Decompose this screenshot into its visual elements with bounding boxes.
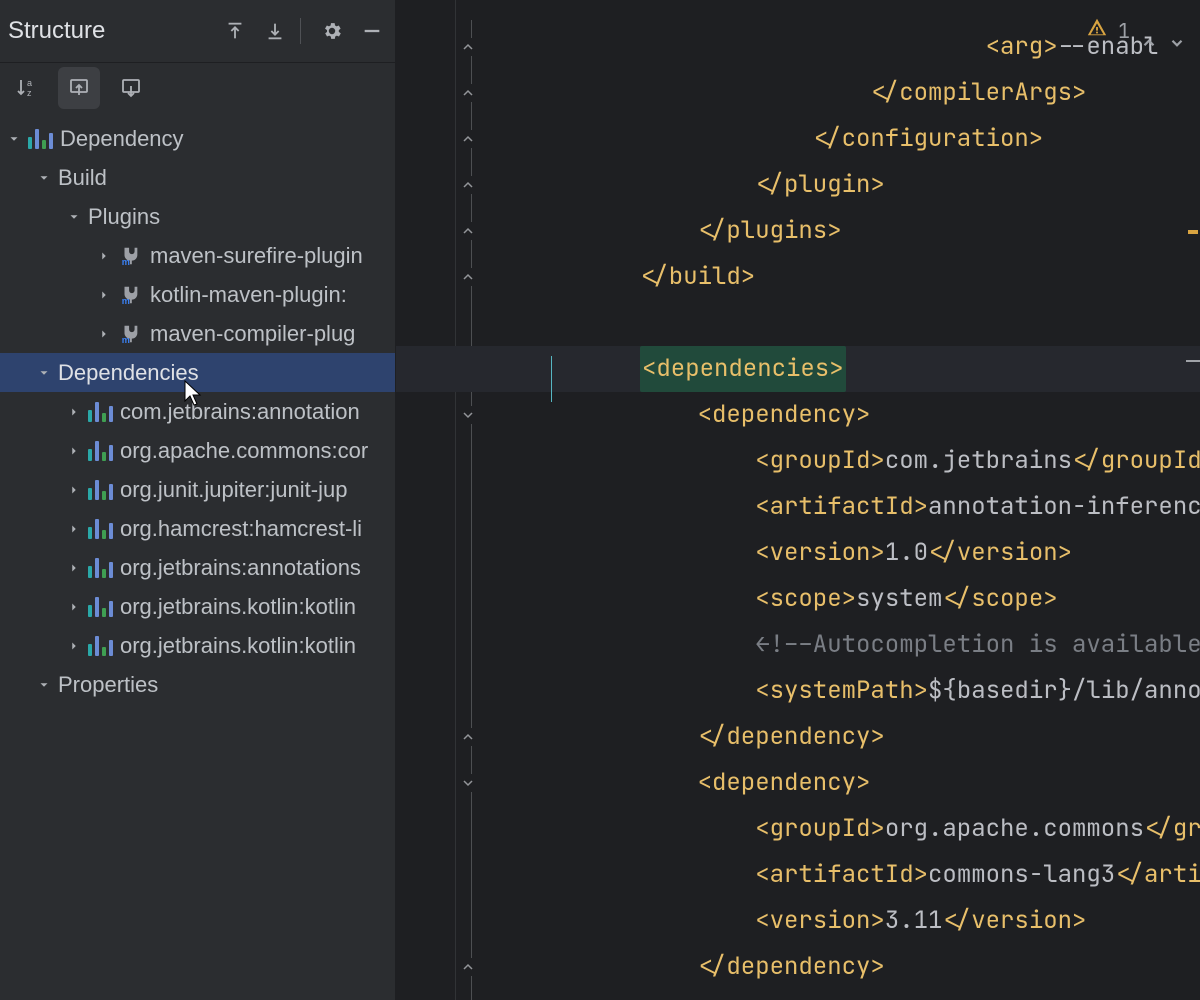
tree-label: Build [58,165,107,191]
bars-icon [88,634,112,658]
stripe-warning-marker[interactable] [1188,230,1198,234]
chevron-right-icon[interactable] [66,482,82,498]
chevron-right-icon[interactable] [66,443,82,459]
code-content[interactable]: <arg>--enabl </compilerArgs> </configura… [496,0,1200,1000]
separator [300,18,301,44]
structure-panel: Structure a z [0,0,396,1000]
expand-all-icon[interactable] [218,14,252,48]
fold-close-icon[interactable] [459,268,477,286]
fold-close-icon[interactable] [459,176,477,194]
sort-alpha-icon[interactable]: a z [6,67,48,109]
fold-close-icon[interactable] [459,38,477,56]
maven-plugin-icon: m [118,283,142,307]
tree-node-properties[interactable]: Properties [0,665,395,704]
chevron-right-icon[interactable] [96,248,112,264]
svg-text:m: m [122,296,130,306]
tree-node-build[interactable]: Build [0,158,395,197]
gear-icon[interactable] [315,14,349,48]
chevron-down-icon[interactable] [1168,22,1186,40]
tree-label: Dependencies [58,360,199,386]
code-editor[interactable]: <arg>--enabl </compilerArgs> </configura… [396,0,1200,1000]
chevron-right-icon[interactable] [66,404,82,420]
structure-title: Structure [6,17,212,45]
tree-node-dependency[interactable]: com.jetbrains:annotation [0,392,395,431]
svg-text:z: z [27,88,32,98]
tree-node-plugins[interactable]: Plugins [0,197,395,236]
tree-node-dependency[interactable]: org.apache.commons:cor [0,431,395,470]
tree-label: maven-surefire-plugin [150,243,363,269]
fold-column[interactable] [458,0,488,1000]
chevron-down-icon[interactable] [36,365,52,381]
svg-text:a: a [27,78,32,88]
chevron-down-icon[interactable] [6,131,22,147]
structure-toolbar: a z [0,63,395,113]
chevron-right-icon[interactable] [96,326,112,342]
tree-label: org.apache.commons:cor [120,438,368,464]
scroll-to-source-icon[interactable] [58,67,100,109]
tree-node-dependency[interactable]: org.hamcrest:hamcrest-li [0,509,395,548]
structure-header: Structure [0,0,395,63]
tree-node-dependency-root[interactable]: Dependency [0,119,395,158]
chevron-up-icon[interactable] [1140,22,1158,40]
inspections-widget[interactable]: 1 [1086,8,1186,54]
chevron-right-icon[interactable] [66,521,82,537]
fold-close-icon[interactable] [459,222,477,240]
tree-node-plugin[interactable]: m maven-surefire-plugin [0,236,395,275]
svg-text:m: m [122,335,130,345]
scroll-from-source-icon[interactable] [110,67,152,109]
chevron-right-icon[interactable] [66,638,82,654]
tree-label: com.jetbrains:annotation [120,399,360,425]
bars-icon [88,439,112,463]
warning-icon[interactable] [1086,8,1108,54]
tree-node-plugin[interactable]: m kotlin-maven-plugin: [0,275,395,314]
fold-open-icon[interactable] [459,406,477,424]
tree-node-dependencies[interactable]: Dependencies [0,353,395,392]
tree-label: Dependency [60,126,184,152]
fold-close-icon[interactable] [459,84,477,102]
bars-icon [88,478,112,502]
bars-icon [88,556,112,580]
fold-open-icon[interactable] [459,774,477,792]
chevron-down-icon[interactable] [66,209,82,225]
bars-icon [88,595,112,619]
tree-node-dependency[interactable]: org.junit.jupiter:junit-jup [0,470,395,509]
tree-label: org.hamcrest:hamcrest-li [120,516,362,542]
chevron-right-icon[interactable] [66,560,82,576]
editor-gutter[interactable] [396,0,456,1000]
tree-label: org.jetbrains.kotlin:kotlin [120,594,356,620]
chevron-down-icon[interactable] [36,677,52,693]
tree-label: maven-compiler-plug [150,321,355,347]
bars-icon [28,127,52,151]
chevron-right-icon[interactable] [96,287,112,303]
fold-close-icon[interactable] [459,130,477,148]
bars-icon [88,400,112,424]
tree-label: org.junit.jupiter:junit-jup [120,477,347,503]
warning-count: 1 [1118,8,1130,54]
error-stripe[interactable] [1186,0,1200,1000]
fold-close-icon[interactable] [459,728,477,746]
fold-close-icon[interactable] [459,958,477,976]
tree-node-dependency[interactable]: org.jetbrains.kotlin:kotlin [0,587,395,626]
hide-panel-icon[interactable] [355,14,389,48]
tree-label: org.jetbrains:annotations [120,555,361,581]
tree-node-plugin[interactable]: m maven-compiler-plug [0,314,395,353]
maven-plugin-icon: m [118,244,142,268]
stripe-caret-marker [1186,360,1200,362]
tree-node-dependency[interactable]: org.jetbrains:annotations [0,548,395,587]
tree-label: org.jetbrains.kotlin:kotlin [120,633,356,659]
tree-label: Plugins [88,204,160,230]
bars-icon [88,517,112,541]
tree-node-dependency[interactable]: org.jetbrains.kotlin:kotlin [0,626,395,665]
svg-text:m: m [122,257,130,267]
chevron-right-icon[interactable] [66,599,82,615]
structure-tree[interactable]: Dependency Build Plugins m maven-surefir… [0,113,395,1000]
maven-plugin-icon: m [118,322,142,346]
tree-label: Properties [58,672,158,698]
collapse-all-icon[interactable] [258,14,292,48]
chevron-down-icon[interactable] [36,170,52,186]
tree-label: kotlin-maven-plugin: [150,282,347,308]
